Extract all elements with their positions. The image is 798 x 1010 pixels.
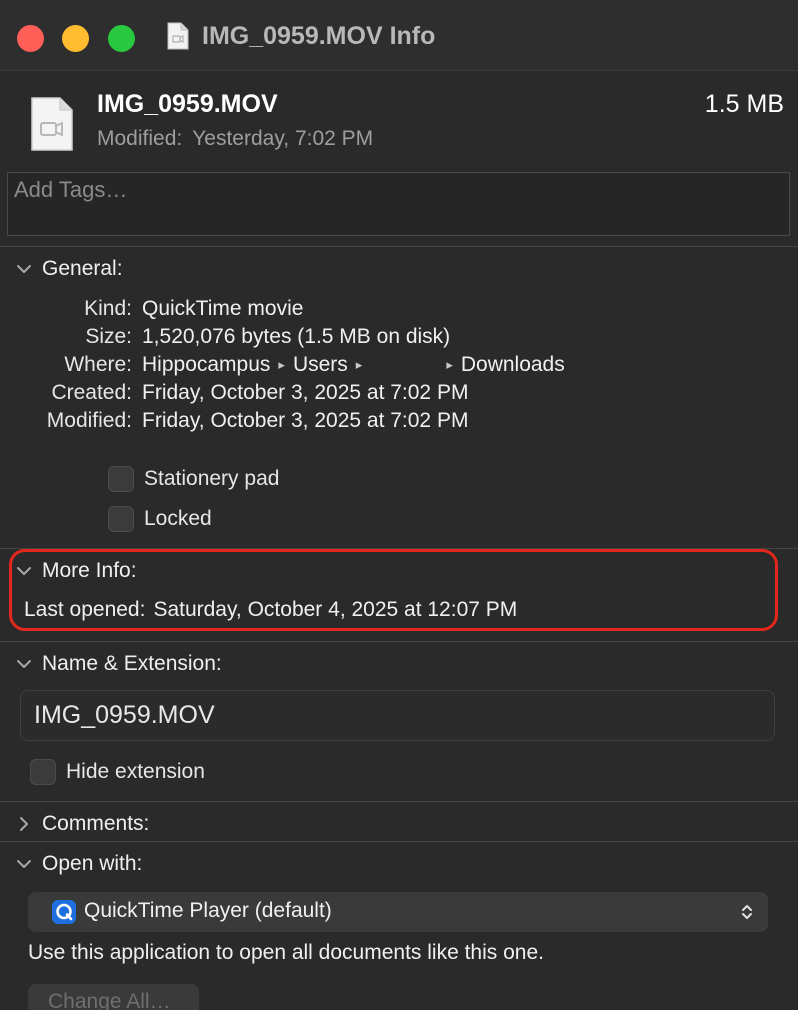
section-open-with-label: Open with: bbox=[42, 852, 143, 875]
section-open-with[interactable]: Open with: bbox=[14, 850, 142, 878]
section-comments-label: Comments: bbox=[42, 812, 150, 835]
change-all-label: Change All… bbox=[48, 990, 171, 1010]
tags-field[interactable]: Add Tags… bbox=[7, 172, 790, 236]
size-value: 1,520,076 bytes (1.5 MB on disk) bbox=[142, 325, 451, 348]
info-row-size: Size: 1,520,076 bytes (1.5 MB on disk) bbox=[0, 325, 798, 353]
modified-summary: Modified: Yesterday, 7:02 PM bbox=[97, 127, 373, 151]
stationery-pad-label: Stationery pad bbox=[144, 467, 280, 490]
annotation-highlight bbox=[9, 549, 778, 631]
name-extension-value: IMG_0959.MOV bbox=[34, 701, 215, 729]
minimize-button[interactable] bbox=[62, 25, 89, 52]
divider bbox=[0, 801, 798, 802]
path-separator-icon: ▸ bbox=[355, 357, 363, 372]
info-row-created: Created: Friday, October 3, 2025 at 7:02… bbox=[0, 381, 798, 409]
document-icon[interactable] bbox=[167, 22, 189, 50]
hide-extension-label: Hide extension bbox=[66, 760, 205, 783]
info-window: IMG_0959.MOV Info IMG_0959.MOV 1.5 MB Mo… bbox=[0, 0, 798, 1010]
size-label: Size: bbox=[85, 325, 132, 348]
section-name-extension[interactable]: Name & Extension: bbox=[14, 650, 222, 678]
quicktime-icon bbox=[52, 900, 76, 924]
where-path: Hippocampus ▸ Users ▸ ▸ Downloads bbox=[142, 353, 565, 377]
path-separator-icon: ▸ bbox=[446, 357, 453, 372]
file-size: 1.5 MB bbox=[704, 90, 784, 118]
updown-arrows-icon bbox=[742, 905, 752, 919]
video-file-icon bbox=[31, 97, 73, 151]
checkbox[interactable] bbox=[108, 506, 134, 532]
locked-checkbox[interactable]: Locked bbox=[108, 504, 212, 534]
section-general[interactable]: General: bbox=[14, 255, 123, 283]
divider bbox=[0, 841, 798, 842]
locked-label: Locked bbox=[144, 507, 212, 530]
created-value: Friday, October 3, 2025 at 7:02 PM bbox=[142, 381, 469, 404]
window-title: IMG_0959.MOV Info bbox=[202, 22, 436, 50]
change-all-button[interactable]: Change All… bbox=[28, 984, 199, 1010]
title-bar: IMG_0959.MOV Info bbox=[0, 0, 798, 71]
info-row-kind: Kind: QuickTime movie bbox=[0, 297, 798, 325]
section-name-extension-label: Name & Extension: bbox=[42, 652, 222, 675]
checkbox[interactable] bbox=[108, 466, 134, 492]
modified-label: Modified: bbox=[97, 127, 183, 150]
section-comments[interactable]: Comments: bbox=[14, 810, 149, 838]
chevron-right-icon bbox=[20, 817, 28, 831]
info-row-modified: Modified: Friday, October 3, 2025 at 7:0… bbox=[0, 409, 798, 437]
chevron-down-icon bbox=[17, 660, 31, 668]
created-label: Created: bbox=[51, 381, 132, 404]
close-button[interactable] bbox=[17, 25, 44, 52]
tags-placeholder: Add Tags… bbox=[14, 177, 128, 202]
path-separator-icon: ▸ bbox=[278, 357, 285, 372]
path-segment[interactable]: Hippocampus bbox=[142, 353, 270, 376]
name-extension-field[interactable]: IMG_0959.MOV bbox=[20, 690, 775, 741]
kind-label: Kind: bbox=[84, 297, 132, 320]
modified-value: Yesterday, 7:02 PM bbox=[192, 127, 374, 150]
path-segment[interactable]: Users bbox=[293, 353, 348, 376]
file-name: IMG_0959.MOV bbox=[97, 90, 278, 118]
path-segment[interactable]: Downloads bbox=[461, 353, 565, 376]
section-general-label: General: bbox=[42, 257, 123, 280]
modified-detail-value: Friday, October 3, 2025 at 7:02 PM bbox=[142, 409, 469, 432]
chevron-down-icon bbox=[17, 860, 31, 868]
open-with-description: Use this application to open all documen… bbox=[28, 941, 544, 964]
info-row-where: Where: Hippocampus ▸ Users ▸ ▸ Downloads bbox=[0, 353, 798, 381]
open-with-value: QuickTime Player (default) bbox=[84, 899, 332, 922]
modified-detail-label: Modified: bbox=[46, 409, 132, 432]
divider bbox=[0, 641, 798, 642]
checkbox[interactable] bbox=[30, 759, 56, 785]
stationery-pad-checkbox[interactable]: Stationery pad bbox=[108, 464, 279, 494]
open-with-popup[interactable]: QuickTime Player (default) bbox=[28, 892, 768, 932]
zoom-button[interactable] bbox=[108, 25, 135, 52]
kind-value: QuickTime movie bbox=[142, 297, 304, 320]
where-label: Where: bbox=[64, 353, 132, 376]
hide-extension-checkbox[interactable]: Hide extension bbox=[30, 757, 205, 787]
chevron-down-icon bbox=[17, 265, 31, 273]
divider bbox=[0, 246, 798, 247]
